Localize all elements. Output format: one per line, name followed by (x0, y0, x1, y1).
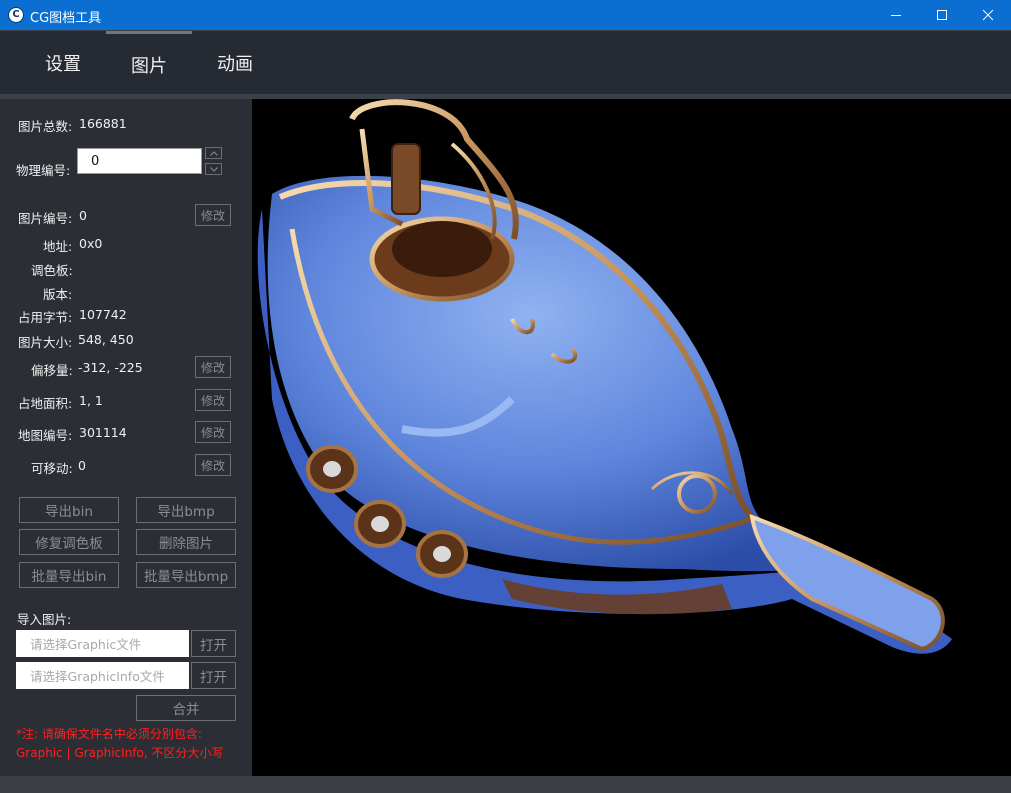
palette-label: 调色板: (31, 263, 73, 278)
physical-id-input[interactable]: 0 (77, 148, 202, 174)
import-label: 导入图片: (17, 612, 72, 627)
area-label: 占地面积: (18, 396, 73, 411)
bytes-value: 107742 (79, 307, 127, 322)
spin-up-button[interactable] (205, 147, 222, 159)
bottom-scroll-area (0, 776, 1011, 793)
chevron-down-icon (209, 166, 218, 172)
maximize-icon (937, 10, 947, 20)
note-line-2: Graphic | GraphicInfo, 不区分大小写 (16, 746, 224, 760)
boat-sprite-image (257, 99, 952, 654)
minimize-button[interactable] (873, 0, 919, 30)
area-value: 1, 1 (79, 393, 103, 408)
tab-settings[interactable]: 设置 (20, 31, 106, 95)
graphic-file-input[interactable]: 请选择Graphic文件 (16, 630, 189, 657)
image-preview (252, 99, 1011, 776)
version-label: 版本: (43, 287, 73, 302)
chevron-up-icon (209, 150, 218, 156)
tab-animation[interactable]: 动画 (192, 31, 278, 95)
movable-value: 0 (78, 458, 86, 473)
image-info-panel: 图片总数: 166881 物理编号: 0 图片编号: 0 修改 地址: 0x0 … (0, 99, 252, 776)
fix-palette-button[interactable]: 修复调色板 (19, 529, 119, 555)
map-id-value: 301114 (79, 425, 127, 440)
batch-export-bmp-button[interactable]: 批量导出bmp (136, 562, 236, 588)
graphicinfo-file-input[interactable]: 请选择GraphicInfo文件 (16, 662, 189, 689)
spin-down-button[interactable] (205, 163, 222, 175)
size-value: 548, 450 (78, 332, 134, 347)
close-button[interactable] (965, 0, 1011, 30)
edit-movable-button[interactable]: 修改 (195, 454, 231, 476)
physical-id-label: 物理编号: (16, 163, 71, 178)
minimize-icon (891, 15, 901, 16)
window-title: CG图档工具 (30, 11, 102, 26)
export-bin-button[interactable]: 导出bin (19, 497, 119, 523)
close-icon (982, 9, 994, 21)
delete-image-button[interactable]: 删除图片 (136, 529, 236, 555)
address-value: 0x0 (79, 236, 103, 251)
note-line-1: *注: 请确保文件名中必须分别包含: (16, 727, 202, 741)
edit-image-id-button[interactable]: 修改 (195, 204, 231, 226)
tab-bar: 设置 图片 动画 (0, 30, 1011, 94)
image-id-label: 图片编号: (18, 211, 73, 226)
bytes-label: 占用字节: (18, 310, 73, 325)
image-id-value: 0 (79, 208, 87, 223)
total-count-label: 图片总数: (18, 119, 73, 134)
export-bmp-button[interactable]: 导出bmp (136, 497, 236, 523)
address-label: 地址: (43, 239, 73, 254)
size-label: 图片大小: (18, 335, 73, 350)
title-bar: C CG图档工具 (0, 0, 1011, 30)
app-logo-icon: C (8, 7, 24, 23)
edit-offset-button[interactable]: 修改 (195, 356, 231, 378)
tab-images[interactable]: 图片 (106, 31, 192, 95)
maximize-button[interactable] (919, 0, 965, 30)
movable-label: 可移动: (31, 461, 73, 476)
open-graphic-button[interactable]: 打开 (191, 630, 236, 657)
offset-label: 偏移量: (31, 363, 73, 378)
edit-map-id-button[interactable]: 修改 (195, 421, 231, 443)
total-count-value: 166881 (79, 116, 127, 131)
map-id-label: 地图编号: (18, 428, 73, 443)
edit-area-button[interactable]: 修改 (195, 389, 231, 411)
open-graphicinfo-button[interactable]: 打开 (191, 662, 236, 689)
batch-export-bin-button[interactable]: 批量导出bin (19, 562, 119, 588)
offset-value: -312, -225 (78, 360, 143, 375)
merge-button[interactable]: 合并 (136, 695, 236, 721)
